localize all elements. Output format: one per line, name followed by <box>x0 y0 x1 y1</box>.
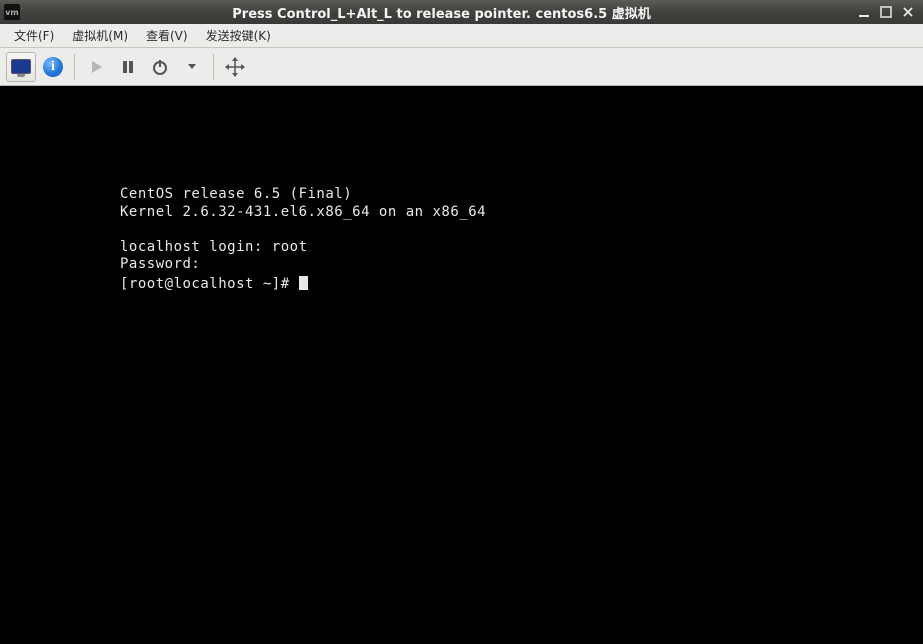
info-icon: i <box>43 57 63 77</box>
pause-vm-button[interactable] <box>113 52 143 82</box>
console-kernel-line: Kernel 2.6.32-431.el6.x86_64 on an x86_6… <box>120 204 486 220</box>
maximize-button[interactable] <box>879 5 893 19</box>
toolbar-separator <box>213 54 214 80</box>
console-os-line: CentOS release 6.5 (Final) <box>120 186 352 202</box>
shell-prompt: [root@localhost ~]# <box>120 276 299 292</box>
password-prompt: Password: <box>120 256 200 272</box>
fullscreen-button[interactable] <box>220 52 250 82</box>
toolbar: i <box>0 48 923 86</box>
close-button[interactable] <box>901 5 915 19</box>
play-icon <box>88 59 104 75</box>
menu-send-keys[interactable]: 发送按键(K) <box>198 24 279 47</box>
menu-view[interactable]: 查看(V) <box>138 24 196 47</box>
toolbar-separator <box>74 54 75 80</box>
power-icon <box>151 58 169 76</box>
window-titlebar: vm Press Control_L+Alt_L to release poin… <box>0 0 923 24</box>
vm-console[interactable]: CentOS release 6.5 (Final) Kernel 2.6.32… <box>0 86 923 644</box>
window-controls <box>857 5 919 19</box>
menubar: 文件(F) 虚拟机(M) 查看(V) 发送按键(K) <box>0 24 923 48</box>
pause-icon <box>120 59 136 75</box>
chevron-down-icon <box>188 64 196 69</box>
console-view-button[interactable] <box>6 52 36 82</box>
menu-file[interactable]: 文件(F) <box>6 24 62 47</box>
shutdown-menu-button[interactable] <box>177 52 207 82</box>
info-view-button[interactable]: i <box>38 52 68 82</box>
text-cursor <box>299 276 308 290</box>
login-value: root <box>272 239 308 255</box>
monitor-icon <box>11 59 31 74</box>
start-vm-button <box>81 52 111 82</box>
app-icon: vm <box>4 4 20 20</box>
shutdown-vm-button[interactable] <box>145 52 175 82</box>
minimize-button[interactable] <box>857 5 871 19</box>
menu-vm[interactable]: 虚拟机(M) <box>64 24 136 47</box>
login-prompt: localhost login: <box>120 239 272 255</box>
fullscreen-icon <box>225 57 245 77</box>
window-title: Press Control_L+Alt_L to release pointer… <box>26 3 857 22</box>
